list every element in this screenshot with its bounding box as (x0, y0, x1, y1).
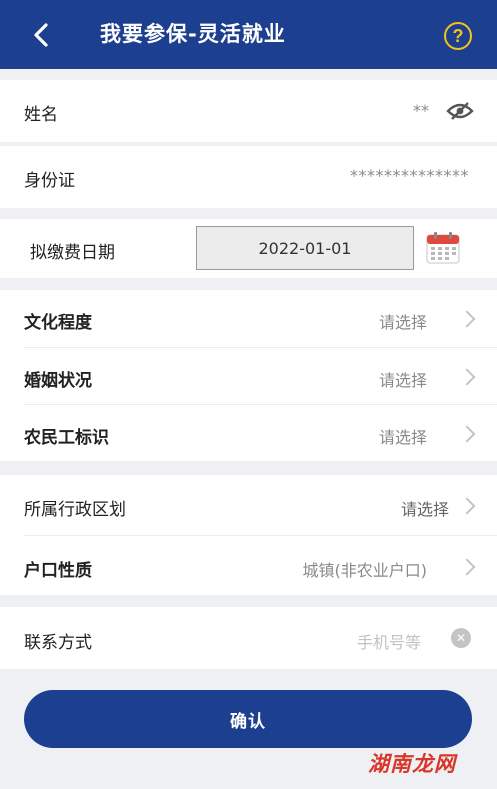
marriage-label: 婚姻状况 (24, 371, 92, 391)
chevron-right-icon (458, 497, 476, 515)
region-value: 请选择 (400, 500, 449, 519)
confirm-button[interactable]: 确认 (24, 690, 472, 748)
contact-row: 联系方式 手机号等 ✕ (0, 607, 497, 669)
chevron-right-icon (458, 368, 476, 386)
calendar-icon[interactable] (426, 231, 460, 265)
migrant-value: 请选择 (378, 428, 427, 447)
hukou-value: 城镇(非农业户口) (302, 561, 428, 580)
education-value: 请选择 (378, 313, 427, 332)
migrant-row[interactable]: 农民工标识 请选择 (0, 405, 497, 461)
marriage-value: 请选择 (378, 371, 427, 390)
marriage-row[interactable]: 婚姻状况 请选择 (0, 348, 497, 404)
hukou-row[interactable]: 户口性质 城镇(非农业户口) (0, 536, 497, 595)
payment-date-field[interactable]: 2022-01-01 (196, 226, 414, 270)
page-title: 我要参保-灵活就业 (100, 22, 286, 46)
chevron-right-icon (458, 310, 476, 328)
chevron-right-icon (458, 425, 476, 443)
contact-input[interactable]: 手机号等 (357, 629, 421, 653)
profile-group: 文化程度 请选择 婚姻状况 请选择 农民工标识 请选择 (0, 290, 497, 461)
contact-label: 联系方式 (24, 633, 92, 653)
household-group: 所属行政区划 请选择 户口性质 城镇(非农业户口) (0, 475, 497, 595)
chevron-left-icon (34, 23, 48, 47)
back-button[interactable] (28, 20, 54, 50)
id-value: ************** (350, 166, 469, 185)
region-row[interactable]: 所属行政区划 请选择 (0, 475, 497, 535)
name-row: 姓名 ** (0, 80, 497, 142)
education-label: 文化程度 (24, 313, 92, 333)
watermark: 湖南龙网 (368, 752, 456, 776)
eye-hidden-icon[interactable] (446, 102, 474, 120)
help-icon[interactable]: ? (444, 22, 472, 50)
chevron-right-icon (458, 558, 476, 576)
hukou-label: 户口性质 (24, 561, 92, 581)
id-row: 身份证 ************** (0, 146, 497, 208)
name-value: ** (413, 101, 429, 120)
region-label: 所属行政区划 (24, 500, 126, 520)
id-label: 身份证 (24, 171, 75, 191)
migrant-label: 农民工标识 (24, 428, 109, 448)
clear-icon[interactable]: ✕ (451, 628, 471, 648)
payment-date-label: 拟缴费日期 (30, 243, 115, 263)
name-label: 姓名 (24, 105, 58, 125)
payment-date-row: 拟缴费日期 2022-01-01 (0, 219, 497, 278)
app-header: 我要参保-灵活就业 ? (0, 0, 497, 69)
education-row[interactable]: 文化程度 请选择 (0, 290, 497, 347)
